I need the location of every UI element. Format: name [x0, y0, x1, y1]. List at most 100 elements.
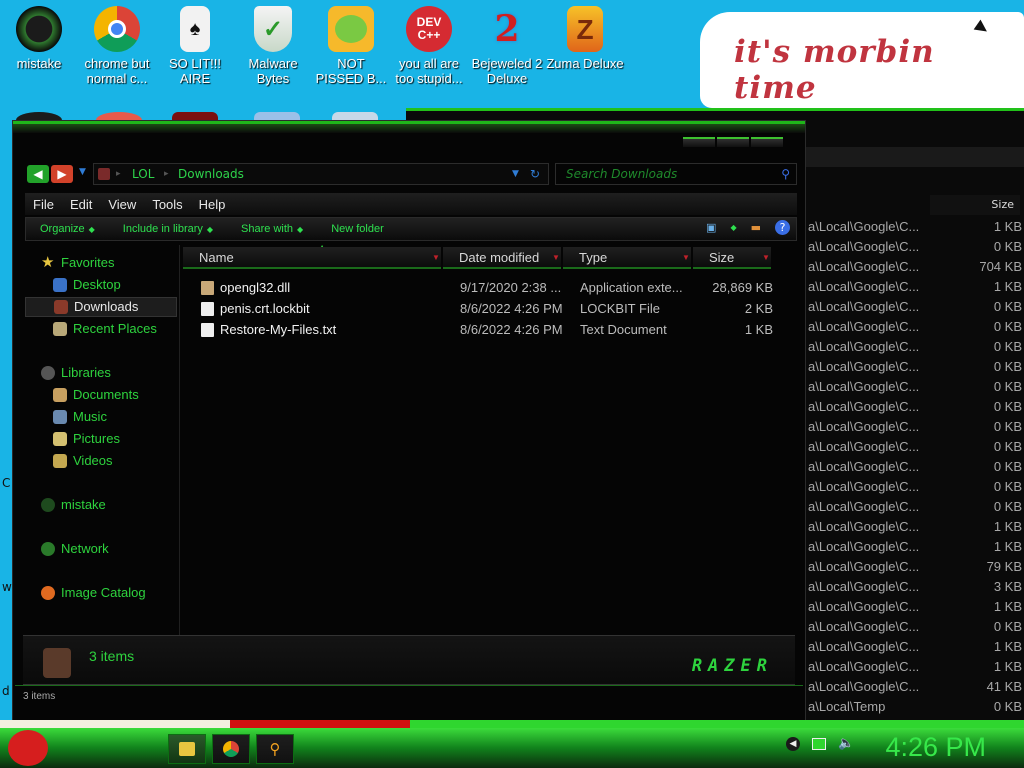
address-dropdown-icon[interactable]: ▼: [512, 164, 519, 184]
taskbar-search-app-button[interactable]: ⚲: [256, 734, 294, 764]
desktop-icon-bejeweled[interactable]: 2 Bejeweled 2 Deluxe: [468, 6, 546, 87]
background-file-row[interactable]: a\Local\Google\C... 1 KB: [808, 657, 1024, 677]
show-hidden-icons[interactable]: ◀: [786, 736, 800, 751]
background-file-row[interactable]: a\Local\Google\C... 704 KB: [808, 257, 1024, 277]
nav-pictures[interactable]: Pictures: [53, 429, 120, 449]
column-filter-icon[interactable]: ▼: [761, 247, 771, 269]
menu-edit[interactable]: Edit: [70, 197, 92, 212]
nav-homegroup-mistake[interactable]: mistake: [41, 495, 106, 515]
organize-button[interactable]: Organize ◆: [40, 223, 95, 235]
network-tray-icon[interactable]: [812, 737, 826, 750]
desktop-icon-chrome[interactable]: chrome but normal c...: [78, 6, 156, 86]
nav-favorites[interactable]: ★ Favorites: [41, 253, 114, 273]
videos-icon: [53, 454, 67, 468]
menu-view[interactable]: View: [108, 197, 136, 212]
nav-videos[interactable]: Videos: [53, 451, 113, 471]
desktop-icon-not-pissed[interactable]: NOT PISSED B...: [312, 6, 390, 86]
minimize-button[interactable]: [683, 137, 715, 147]
file-row[interactable]: penis.crt.lockbit 8/6/2022 4:26 PM LOCKB…: [199, 298, 789, 319]
desktop-icon-malwarebytes[interactable]: ✓ Malware Bytes: [234, 6, 312, 86]
file-date: 8/6/2022 4:26 PM: [460, 322, 563, 337]
size-column-header[interactable]: Size: [930, 195, 1020, 215]
column-header-date[interactable]: Date modified ▼: [443, 247, 561, 269]
volume-icon[interactable]: 🔈: [838, 736, 854, 751]
file-size: 1 KB: [993, 519, 1022, 534]
background-file-row[interactable]: a\Local\Google\C... 0 KB: [808, 337, 1024, 357]
nav-image-catalog[interactable]: Image Catalog: [41, 583, 146, 603]
file-path: a\Local\Google\C...: [808, 399, 920, 414]
background-file-row[interactable]: a\Local\Google\C... 0 KB: [808, 497, 1024, 517]
column-header-size[interactable]: Size ▼: [693, 247, 771, 269]
background-file-row[interactable]: a\Local\Temp 0 KB: [808, 697, 1024, 717]
background-file-row[interactable]: a\Local\Google\C... 0 KB: [808, 477, 1024, 497]
new-folder-button[interactable]: New folder: [331, 223, 384, 235]
background-file-row[interactable]: a\Local\Google\C... 0 KB: [808, 417, 1024, 437]
help-icon[interactable]: ?: [775, 220, 790, 235]
background-file-row[interactable]: a\Local\Google\C... 3 KB: [808, 577, 1024, 597]
back-button[interactable]: ◀: [27, 165, 49, 183]
close-button[interactable]: [751, 137, 783, 147]
column-header-name[interactable]: Name ▼: [183, 247, 441, 269]
search-icon[interactable]: ⚲: [781, 164, 790, 184]
background-file-row[interactable]: a\Local\Google\C... 0 KB: [808, 437, 1024, 457]
background-file-row[interactable]: a\Local\Google\C... 41 KB: [808, 677, 1024, 697]
column-filter-icon[interactable]: ▼: [681, 247, 691, 269]
change-view-icon[interactable]: ▣: [706, 221, 716, 234]
column-filter-icon[interactable]: ▼: [431, 247, 441, 269]
pane-divider[interactable]: [179, 245, 180, 635]
background-file-row[interactable]: a\Local\Google\C... 79 KB: [808, 557, 1024, 577]
nav-network[interactable]: Network: [41, 539, 109, 559]
column-header-type[interactable]: Type ▼: [563, 247, 691, 269]
background-file-row[interactable]: a\Local\Google\C... 1 KB: [808, 537, 1024, 557]
nav-desktop[interactable]: Desktop: [53, 275, 121, 295]
refresh-icon[interactable]: ↻: [530, 164, 540, 184]
nav-downloads[interactable]: Downloads: [25, 297, 177, 317]
include-label: Include in library: [122, 223, 203, 235]
file-row[interactable]: opengl32.dll 9/17/2020 2:38 ... Applicat…: [199, 277, 789, 298]
search-input[interactable]: Search Downloads ⚲: [555, 163, 797, 185]
share-with-button[interactable]: Share with ◆: [241, 223, 303, 235]
background-file-row[interactable]: a\Local\Google\C... 1 KB: [808, 217, 1024, 237]
background-file-row[interactable]: a\Local\Google\C... 0 KB: [808, 617, 1024, 637]
nav-libraries[interactable]: Libraries: [41, 363, 111, 383]
background-file-row[interactable]: a\Local\Google\C... 1 KB: [808, 517, 1024, 537]
background-file-row[interactable]: a\Local\Google\C... 0 KB: [808, 397, 1024, 417]
nav-documents[interactable]: Documents: [53, 385, 139, 405]
menu-tools[interactable]: Tools: [152, 197, 182, 212]
taskbar-chrome-button[interactable]: [212, 734, 250, 764]
background-file-row[interactable]: a\Local\Google\C... 1 KB: [808, 597, 1024, 617]
history-dropdown-icon[interactable]: ▼: [79, 167, 86, 177]
desktop-icon-mistake[interactable]: mistake: [0, 6, 78, 71]
background-file-row[interactable]: a\Local\Google\C... 1 KB: [808, 277, 1024, 297]
menu-file[interactable]: File: [33, 197, 54, 212]
desktop-icon-zuma[interactable]: Z Zuma Deluxe: [546, 6, 624, 71]
nav-music[interactable]: Music: [53, 407, 107, 427]
maximize-button[interactable]: [717, 137, 749, 147]
address-bar[interactable]: ▸ LOL ▸ Downloads ▼ ↻: [93, 163, 549, 185]
window-title-bar[interactable]: [13, 121, 805, 133]
start-button-angry-bird-icon[interactable]: [8, 730, 48, 766]
background-file-row[interactable]: a\Local\Google\C... 0 KB: [808, 377, 1024, 397]
desktop-icon-so-lit-aire[interactable]: ♠ SO LIT!!! AIRE: [156, 6, 234, 86]
desktop-icon-devcpp[interactable]: DEV C++ you all are too stupid...: [390, 6, 468, 86]
breadcrumb-downloads[interactable]: Downloads: [178, 164, 244, 184]
menu-help[interactable]: Help: [199, 197, 226, 212]
file-row[interactable]: Restore-My-Files.txt 8/6/2022 4:26 PM Te…: [199, 319, 789, 340]
preview-pane-icon[interactable]: ▬: [751, 221, 761, 234]
background-file-row[interactable]: a\Local\Google\C... 1 KB: [808, 637, 1024, 657]
background-file-row[interactable]: a\Local\Google\C... 0 KB: [808, 297, 1024, 317]
search-placeholder: Search Downloads: [566, 167, 678, 181]
breadcrumb-lol[interactable]: LOL: [132, 164, 154, 184]
explorer-window[interactable]: ◀ ▶ ▼ ▸ LOL ▸ Downloads ▼ ↻ Search Downl…: [12, 120, 806, 722]
column-filter-icon[interactable]: ▼: [551, 247, 561, 269]
background-file-row[interactable]: a\Local\Google\C... 0 KB: [808, 317, 1024, 337]
taskbar-explorer-button[interactable]: [168, 734, 206, 764]
background-file-row[interactable]: a\Local\Google\C... 0 KB: [808, 357, 1024, 377]
taskbar-clock[interactable]: 4:26 PM: [885, 732, 986, 763]
view-dropdown-icon[interactable]: ◆: [730, 223, 736, 232]
nav-recent-places[interactable]: Recent Places: [53, 319, 157, 339]
background-file-row[interactable]: a\Local\Google\C... 0 KB: [808, 457, 1024, 477]
forward-button[interactable]: ▶: [51, 165, 73, 183]
include-in-library-button[interactable]: Include in library ◆: [123, 223, 213, 235]
background-file-row[interactable]: a\Local\Google\C... 0 KB: [808, 237, 1024, 257]
